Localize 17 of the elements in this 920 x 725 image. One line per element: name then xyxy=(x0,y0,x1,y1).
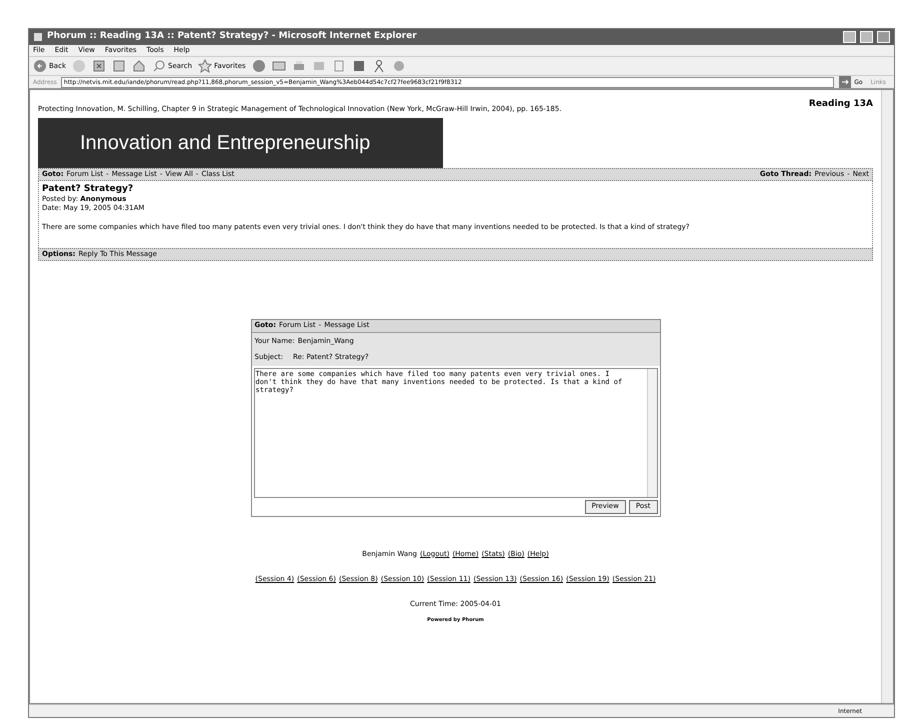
post-title: Patent? Strategy? xyxy=(42,184,134,194)
mail-icon[interactable] xyxy=(272,59,286,73)
refresh-icon[interactable] xyxy=(112,59,126,73)
reading-label: Reading 13A xyxy=(808,98,873,111)
minimize-button[interactable] xyxy=(843,31,856,43)
window-title: Phorum :: Reading 13A :: Patent? Strategy? - Microsoft Internet Explorer xyxy=(47,30,418,44)
person-icon[interactable] xyxy=(372,59,386,73)
search-icon[interactable] xyxy=(152,59,166,73)
printer-icon[interactable] xyxy=(292,59,306,73)
browser-icon xyxy=(33,32,43,42)
maximize-button[interactable] xyxy=(860,31,873,43)
stop-icon[interactable] xyxy=(92,59,106,73)
star-icon[interactable] xyxy=(198,59,212,73)
banner-title: Innovation and Entrepreneurship xyxy=(80,130,370,156)
page-icon[interactable] xyxy=(332,59,346,73)
home-icon[interactable] xyxy=(132,59,146,73)
close-button[interactable] xyxy=(877,31,890,43)
